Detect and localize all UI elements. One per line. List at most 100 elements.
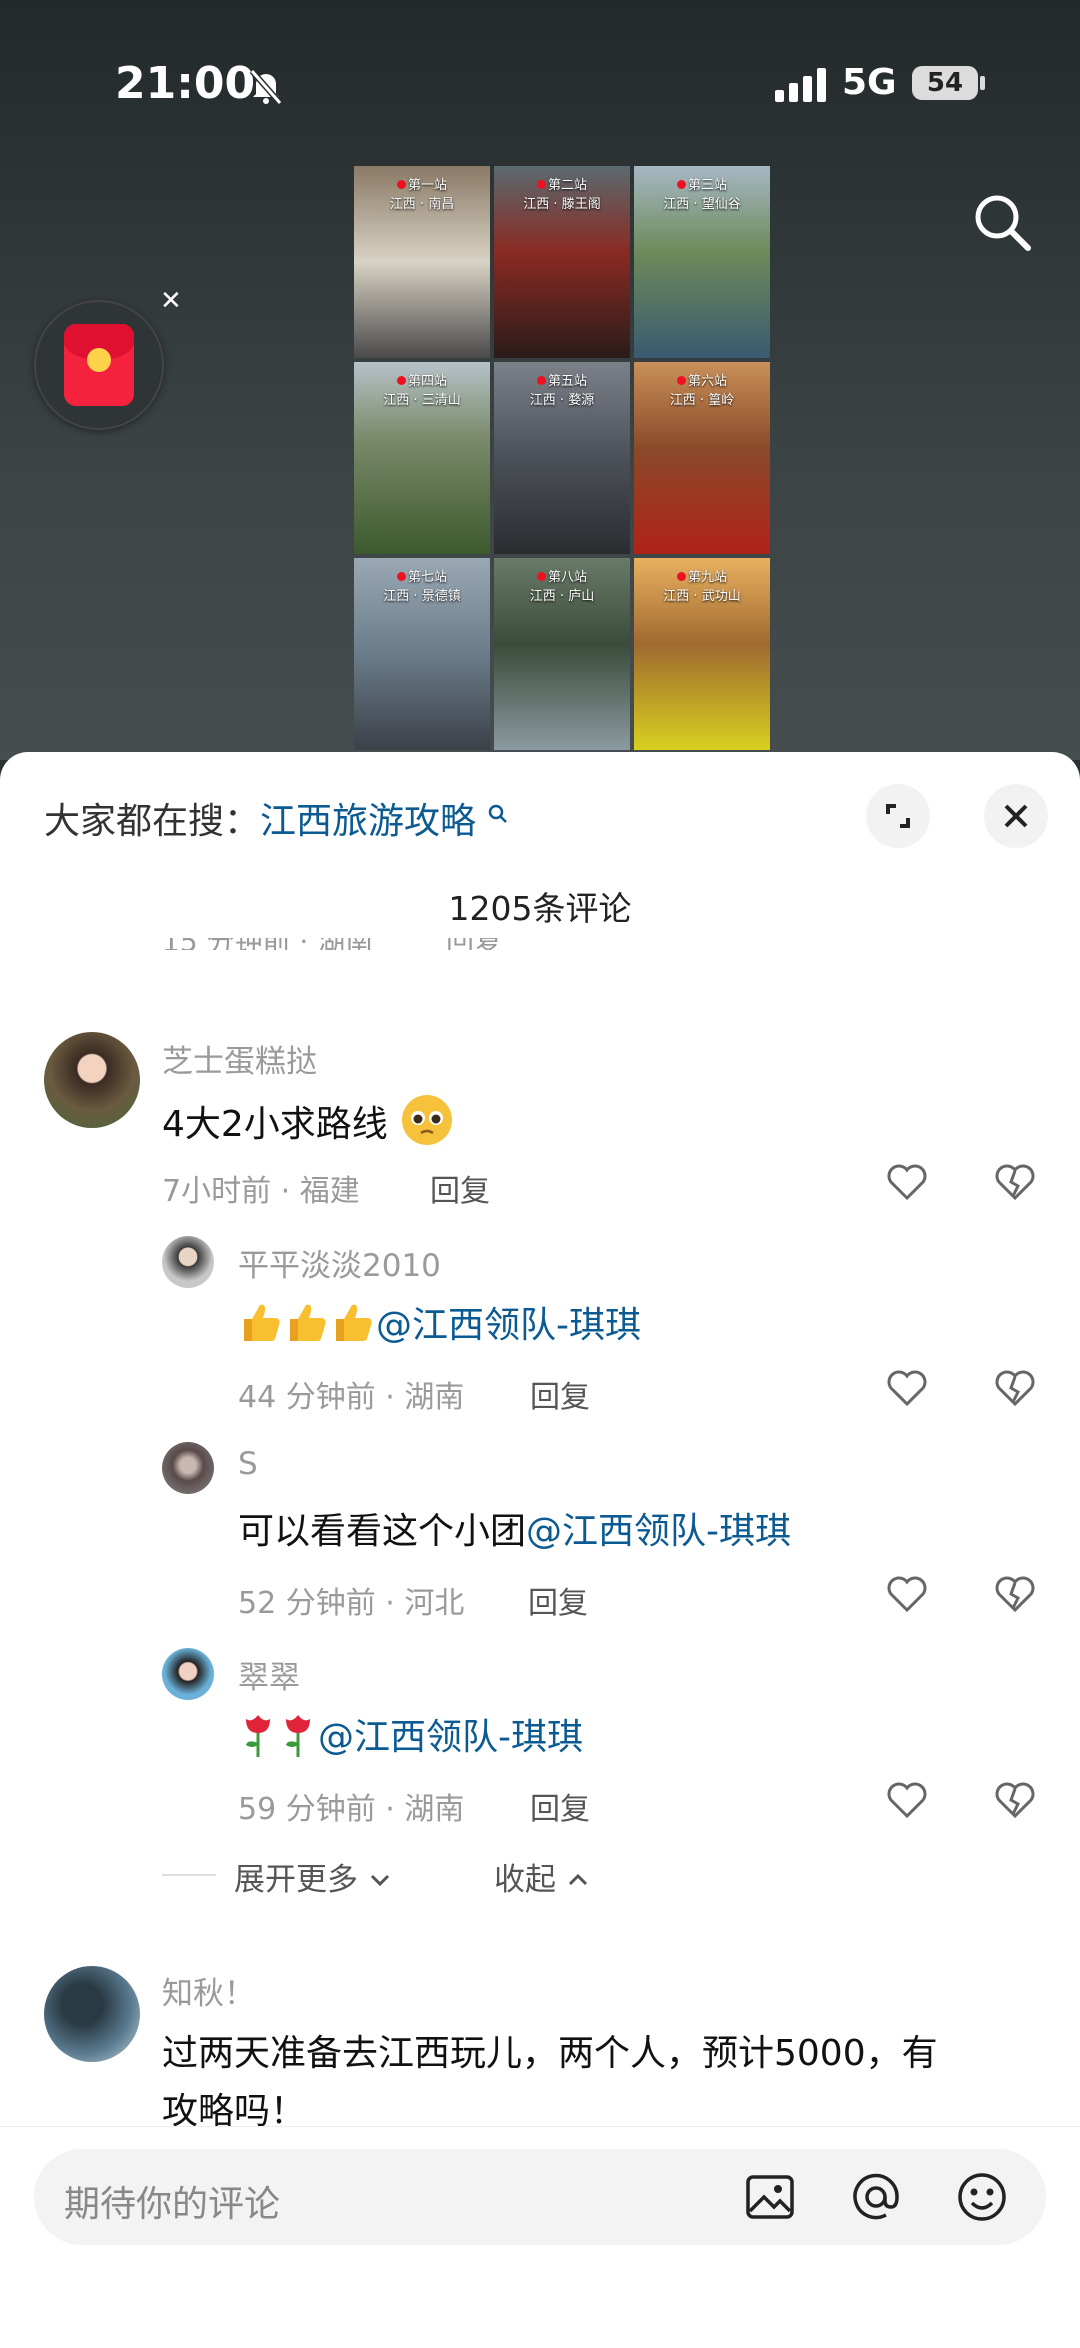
collapse-button[interactable]: 收起	[494, 1854, 590, 1899]
partial-meta: 15 分钟前 · 湖南	[162, 938, 373, 950]
expand-icon	[886, 804, 910, 828]
reply-button[interactable]: 回复	[530, 1372, 590, 1416]
tile-station: 第四站	[407, 374, 447, 389]
dislike-icon[interactable]	[992, 1570, 1038, 1620]
comments-sheet: 大家都在搜：江西旅游攻略 1205条评论 15 分钟前 · 湖南 回复 芝士蛋糕…	[0, 752, 1080, 2348]
comment-meta: 7小时前 · 福建	[162, 1174, 360, 1209]
video-tile: 第三站江西 · 望仙谷	[634, 166, 770, 358]
tile-station: 第六站	[687, 374, 727, 389]
avatar[interactable]	[162, 1442, 214, 1494]
pleading-face-icon	[402, 1095, 453, 1145]
close-icon	[1004, 804, 1028, 828]
tile-place: 江西 · 滕王阁	[523, 197, 601, 212]
chevron-up-icon	[568, 1873, 587, 1886]
tile-station: 第二站	[547, 178, 587, 193]
expand-more-button[interactable]: 展开更多	[234, 1854, 392, 1899]
expand-more-label: 展开更多	[234, 1862, 358, 1898]
tile-place: 江西 · 南昌	[389, 197, 455, 212]
close-button[interactable]	[984, 784, 1048, 848]
reply-button[interactable]: 回复	[430, 1166, 490, 1210]
tile-station: 第三站	[687, 178, 727, 193]
network-type: 5G	[842, 62, 897, 103]
collapse-label: 收起	[494, 1862, 556, 1898]
tile-station: 第七站	[407, 570, 447, 585]
avatar[interactable]	[44, 1966, 140, 2062]
thread-divider	[162, 1874, 216, 1876]
reply-meta: 59 分钟前 · 湖南	[238, 1792, 465, 1827]
like-icon[interactable]	[884, 1364, 930, 1414]
emoji-icon[interactable]	[952, 2167, 1012, 2231]
reply-button[interactable]: 回复	[528, 1578, 588, 1622]
reply-username[interactable]: 平平淡淡2010	[238, 1240, 441, 1285]
tile-station: 第八站	[547, 570, 587, 585]
rose-icon	[286, 1715, 310, 1757]
hot-search-keyword[interactable]: 江西旅游攻略	[260, 801, 476, 842]
video-tile: 第五站江西 · 婺源	[494, 362, 630, 554]
rose-icon	[246, 1715, 270, 1757]
like-icon[interactable]	[884, 1570, 930, 1620]
comment-text: 过两天准备去江西玩儿，两个人，预计5000，有	[162, 2033, 938, 2074]
dislike-icon[interactable]	[992, 1776, 1038, 1826]
reply-text: @江西领队-琪琪	[238, 1708, 583, 1760]
tile-place: 江西 · 景德镇	[383, 589, 461, 604]
fullscreen-expand-button[interactable]	[866, 784, 930, 848]
image-icon[interactable]	[740, 2167, 800, 2231]
tile-station: 第九站	[687, 570, 727, 585]
mention-link[interactable]: @江西领队-琪琪	[318, 1717, 583, 1758]
tile-place: 江西 · 篁岭	[669, 393, 735, 408]
red-packet-button[interactable]	[34, 300, 164, 430]
video-background[interactable]: 21:00 5G 54 ✕ 第一站江西 · 南昌 第二站江西 · 滕王阁 第三站…	[0, 0, 1080, 760]
reply-meta: 44 分钟前 · 湖南	[238, 1380, 465, 1415]
avatar[interactable]	[162, 1648, 214, 1700]
dislike-icon[interactable]	[992, 1364, 1038, 1414]
search-icon[interactable]	[970, 190, 1034, 258]
reply-meta: 52 分钟前 · 河北	[238, 1586, 465, 1621]
comment-count: 1205条评论	[448, 889, 632, 928]
hot-search-prefix: 大家都在搜：	[44, 801, 261, 842]
video-tile: 第八站 江西 · 庐山	[494, 558, 630, 750]
mention-at-icon[interactable]	[846, 2167, 906, 2231]
battery-tip	[980, 76, 985, 90]
mention-link[interactable]: @江西领队-琪琪	[526, 1511, 791, 1552]
avatar[interactable]	[162, 1236, 214, 1288]
mention-link[interactable]: @江西领队-琪琪	[376, 1305, 641, 1346]
tile-place: 江西 · 望仙谷	[663, 197, 741, 212]
video-tile: 第一站江西 · 南昌	[354, 166, 490, 358]
video-mosaic[interactable]: 第一站 江西 · 南昌 第二站 江西 · 滕王阁 第三站 江西 · 望仙谷 第四站 江西…	[354, 166, 770, 750]
video-tile: 第七站江西 · 景德镇	[354, 558, 490, 750]
like-icon[interactable]	[884, 1158, 930, 1208]
tile-place: 江西 · 婺源	[529, 393, 595, 408]
small-search-icon	[489, 804, 508, 823]
video-tile: 第二站江西 · 滕王阁	[494, 166, 630, 358]
red-packet-close-icon[interactable]: ✕	[160, 286, 182, 316]
comment-body: 4大2小求路线	[162, 1104, 388, 1145]
reply-username[interactable]: 翠翠	[238, 1652, 300, 1697]
reply-username[interactable]: S	[238, 1446, 258, 1482]
mute-bell-icon	[246, 66, 286, 110]
comment-username[interactable]: 芝士蛋糕挞	[162, 1036, 317, 1081]
thumbs-up-icon	[290, 1304, 326, 1341]
thumbs-up-icon	[244, 1304, 280, 1341]
scrolled-partial-row: 15 分钟前 · 湖南 回复	[0, 938, 1080, 950]
battery-level: 54	[912, 66, 978, 100]
like-icon[interactable]	[884, 1776, 930, 1826]
dislike-icon[interactable]	[992, 1158, 1038, 1208]
status-time: 21:00	[115, 58, 256, 109]
hot-search[interactable]: 大家都在搜：江西旅游攻略	[44, 792, 509, 844]
tile-station: 第五站	[547, 374, 587, 389]
comment-text: 4大2小求路线	[162, 1092, 455, 1148]
video-tile: 第四站江西 · 三清山	[354, 362, 490, 554]
comment-placeholder: 期待你的评论	[64, 2184, 281, 2225]
tile-place: 江西 · 武功山	[663, 589, 741, 604]
reply-text: 可以看看这个小团@江西领队-琪琪	[238, 1502, 791, 1554]
thumbs-up-icon	[336, 1304, 372, 1341]
avatar[interactable]	[44, 1032, 140, 1128]
reply-button[interactable]: 回复	[530, 1784, 590, 1828]
video-tile: 第九站江西 · 武功山	[634, 558, 770, 750]
chevron-down-icon	[370, 1874, 389, 1887]
video-tile: 第六站江西 · 篁岭	[634, 362, 770, 554]
comment-username[interactable]: 知秋！	[162, 1968, 255, 2013]
comment-input[interactable]: 期待你的评论	[34, 2149, 1046, 2245]
tile-place: 江西 · 三清山	[383, 393, 461, 408]
tile-station: 第一站	[407, 178, 447, 193]
